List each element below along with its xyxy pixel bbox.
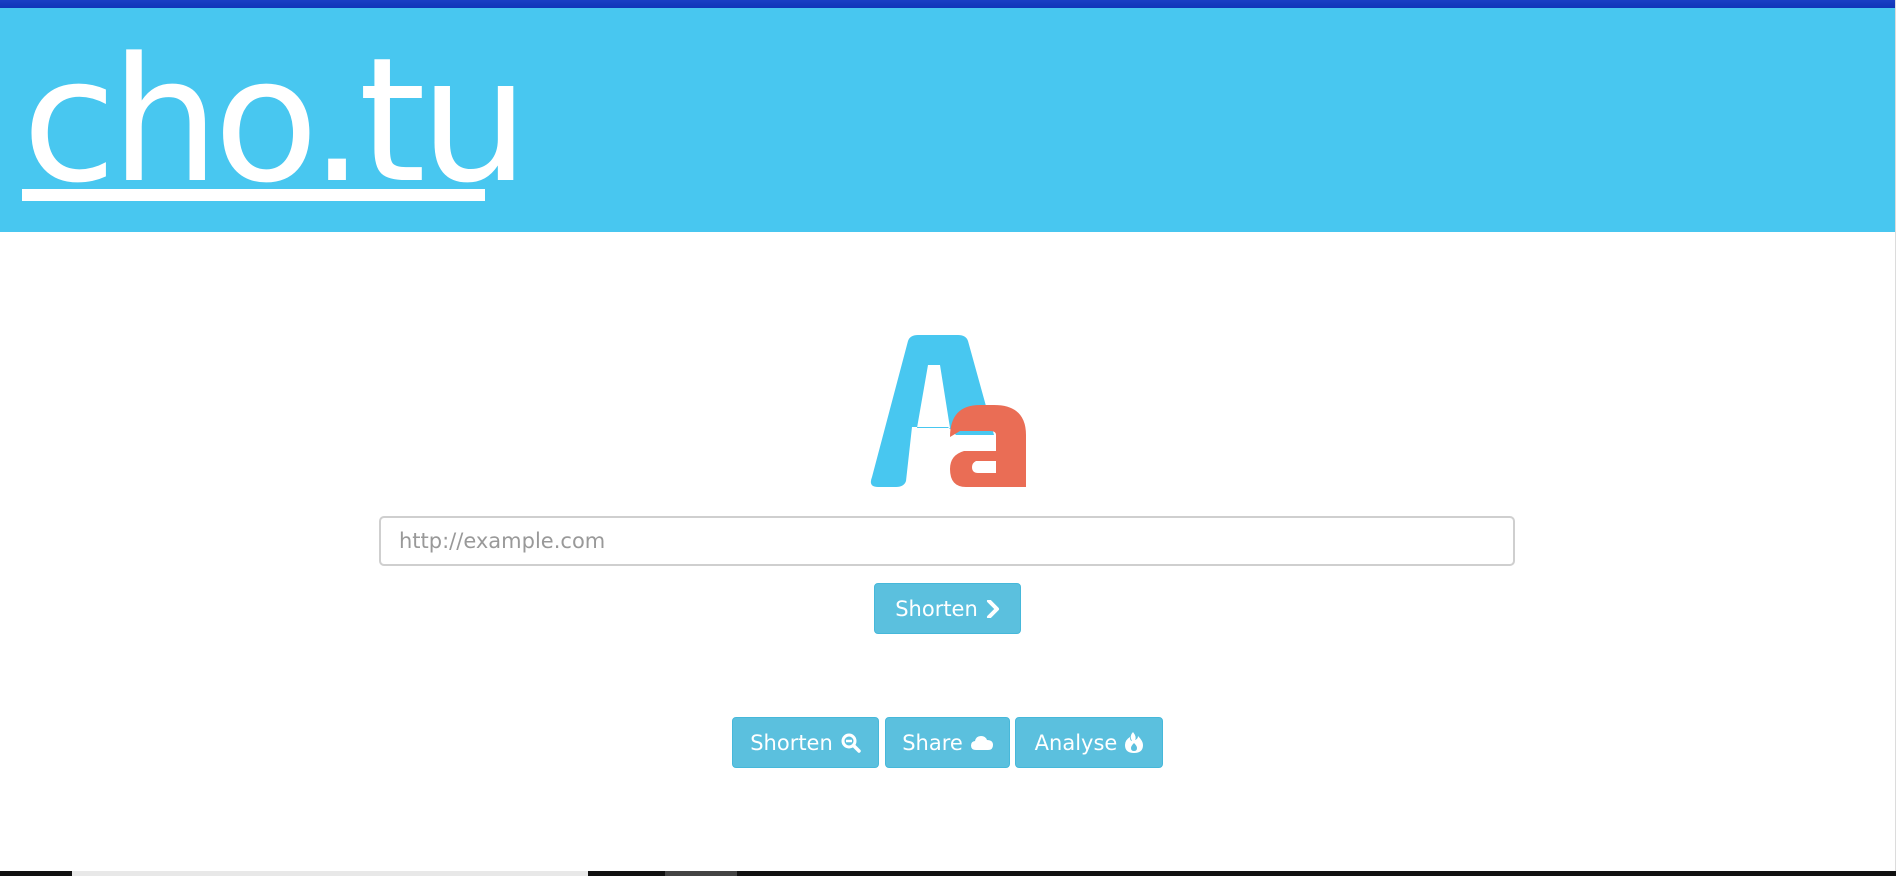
logo-letter-a-lower <box>950 405 1026 487</box>
bottom-strip-segment <box>72 871 588 876</box>
aa-logo <box>870 335 1026 487</box>
feature-analyse-label: Analyse <box>1034 730 1118 755</box>
chevron-right-icon <box>986 599 999 618</box>
feature-shorten-label: Shorten <box>750 730 833 755</box>
bottom-strip-segment <box>665 871 737 876</box>
url-input[interactable] <box>379 516 1515 566</box>
feature-share-button[interactable]: Share <box>885 717 1010 768</box>
feature-share-label: Share <box>902 730 963 755</box>
window-top-strip <box>0 0 1896 8</box>
feature-analyse-button[interactable]: Analyse <box>1015 717 1163 768</box>
window-bottom-strip <box>0 871 1896 876</box>
cloud-icon <box>970 735 993 750</box>
brand-link[interactable]: cho.tu <box>22 35 529 207</box>
brand-underline <box>22 189 485 201</box>
shorten-submit-button[interactable]: Shorten <box>874 583 1021 634</box>
header: cho.tu <box>0 8 1896 232</box>
feature-shorten-button[interactable]: Shorten <box>732 717 879 768</box>
search-minus-icon <box>841 733 861 753</box>
shorten-submit-label: Shorten <box>895 596 978 621</box>
fire-icon <box>1125 732 1144 753</box>
